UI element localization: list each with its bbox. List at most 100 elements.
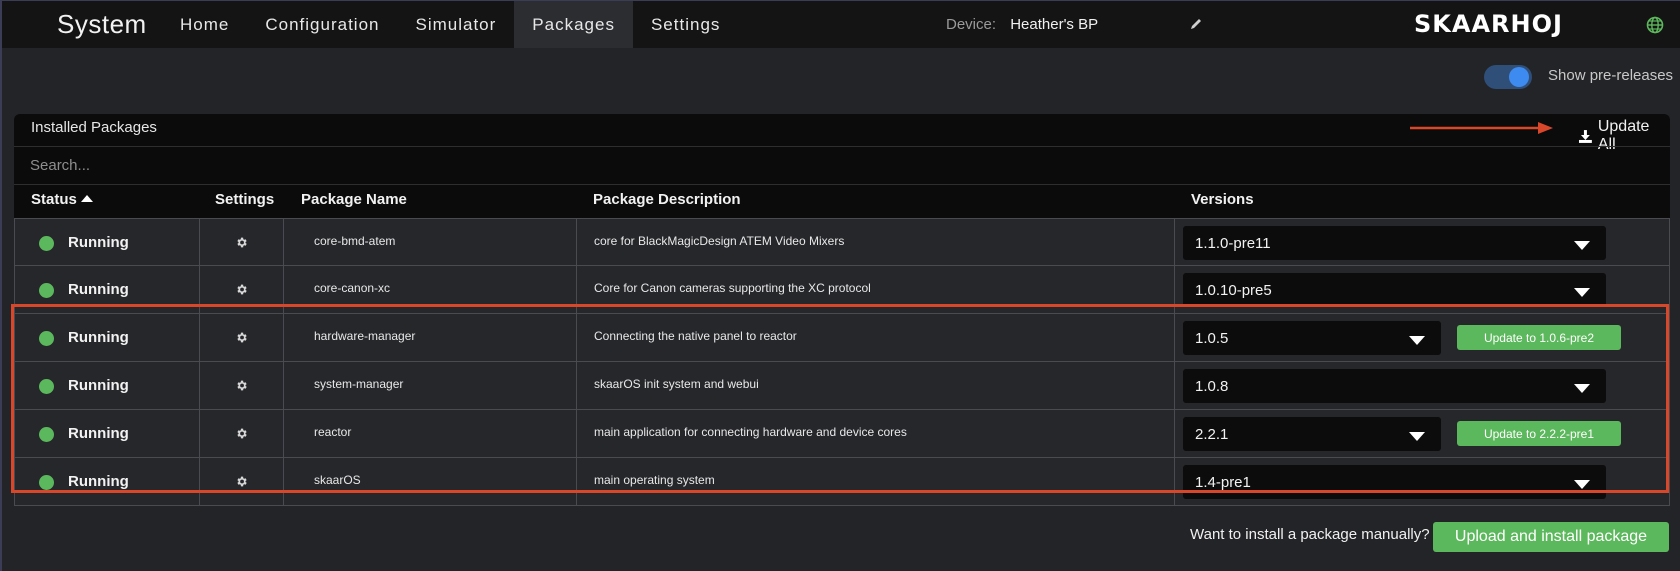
gear-icon[interactable]: [235, 475, 248, 488]
gear-icon[interactable]: [235, 283, 248, 296]
device-name: Heather's BP: [1010, 16, 1099, 33]
cell-divider: [576, 266, 577, 313]
version-value: 1.0.5: [1195, 330, 1229, 347]
version-select[interactable]: 1.0.10-pre5: [1183, 273, 1606, 307]
packages-table: Running core-bmd-atem core for BlackMagi…: [14, 218, 1670, 506]
cell-divider: [199, 266, 200, 313]
package-name: core-bmd-atem: [314, 234, 396, 248]
upload-install-button[interactable]: Upload and install package: [1433, 522, 1669, 552]
cell-divider: [1174, 314, 1175, 361]
cell-divider: [283, 219, 284, 266]
table-row: Running core-canon-xc Core for Canon cam…: [14, 266, 1670, 314]
nav-configuration[interactable]: Configuration: [247, 1, 397, 48]
table-row: Running skaarOS main operating system 1.…: [14, 458, 1670, 506]
version-select[interactable]: 1.4-pre1: [1183, 465, 1606, 499]
cell-divider: [283, 362, 284, 409]
version-select[interactable]: 2.2.1: [1183, 417, 1441, 451]
panel-title: Installed Packages: [31, 119, 157, 136]
download-icon: [1578, 129, 1592, 143]
status-running-dot: [39, 475, 54, 490]
version-select[interactable]: 1.0.8: [1183, 369, 1606, 403]
gear-icon[interactable]: [235, 427, 248, 440]
cell-divider: [576, 219, 577, 266]
globe-icon[interactable]: [1646, 16, 1664, 34]
cell-divider: [1174, 410, 1175, 457]
annotation-arrow: [1410, 122, 1553, 134]
cell-divider: [283, 314, 284, 361]
package-description: Core for Canon cameras supporting the XC…: [594, 281, 871, 295]
nav-settings[interactable]: Settings: [633, 1, 738, 48]
version-select[interactable]: 1.0.5: [1183, 321, 1441, 355]
app-title: System: [57, 9, 147, 39]
status-text: Running: [68, 473, 129, 490]
version-value: 2.2.1: [1195, 426, 1229, 443]
table-row: Running core-bmd-atem core for BlackMagi…: [14, 218, 1670, 266]
device-info: Device: Heather's BP: [946, 16, 1098, 33]
gear-icon[interactable]: [235, 331, 248, 344]
status-running-dot: [39, 283, 54, 298]
status-text: Running: [68, 329, 129, 346]
package-description: main operating system: [594, 473, 715, 487]
package-description: main application for connecting hardware…: [594, 425, 907, 439]
search-input[interactable]: [30, 150, 1650, 180]
cell-divider: [576, 410, 577, 457]
package-name: core-canon-xc: [314, 281, 391, 295]
pencil-icon[interactable]: [1189, 17, 1203, 31]
show-prereleases-label: Show pre-releases: [1548, 67, 1674, 84]
table-row: Running system-manager skaarOS init syst…: [14, 362, 1670, 410]
nav-packages[interactable]: Packages: [514, 1, 633, 48]
update-all-label: Update All: [1597, 118, 1650, 153]
divider: [14, 184, 1670, 185]
chevron-down-icon: [1409, 336, 1425, 345]
column-header-package-description[interactable]: Package Description: [593, 191, 741, 208]
column-header-package-name[interactable]: Package Name: [301, 191, 407, 208]
cell-divider: [199, 219, 200, 266]
update-all-button[interactable]: Update All: [1578, 118, 1670, 154]
chevron-down-icon: [1574, 288, 1590, 297]
status-text: Running: [68, 377, 129, 394]
status-running-dot: [39, 236, 54, 251]
cell-divider: [283, 266, 284, 313]
version-value: 1.1.0-pre11: [1195, 235, 1271, 252]
table-row: Running hardware-manager Connecting the …: [14, 314, 1670, 362]
gear-icon[interactable]: [235, 236, 248, 249]
package-name: system-manager: [314, 377, 404, 391]
nav-home[interactable]: Home: [162, 1, 247, 48]
column-header-status-label: Status: [31, 191, 77, 208]
nav-simulator[interactable]: Simulator: [397, 1, 514, 48]
cell-divider: [283, 458, 284, 505]
update-version-button[interactable]: Update to 2.2.2-pre1: [1457, 421, 1621, 446]
status-running-dot: [39, 331, 54, 346]
chevron-down-icon: [1574, 480, 1590, 489]
version-value: 1.4-pre1: [1195, 474, 1251, 491]
chevron-down-icon: [1574, 384, 1590, 393]
chevron-down-icon: [1409, 432, 1425, 441]
device-label: Device:: [946, 16, 997, 33]
divider: [14, 146, 1670, 147]
cell-divider: [1174, 362, 1175, 409]
cell-divider: [199, 458, 200, 505]
cell-divider: [199, 362, 200, 409]
cell-divider: [576, 314, 577, 361]
show-prereleases-toggle[interactable]: [1484, 65, 1532, 89]
cell-divider: [199, 314, 200, 361]
main-nav: Home Configuration Simulator Packages Se…: [162, 1, 738, 48]
skaarhoj-logo: SKAARHOJ: [1414, 10, 1563, 38]
table-row: Running reactor main application for con…: [14, 410, 1670, 458]
column-header-status[interactable]: Status: [31, 191, 93, 208]
cell-divider: [1174, 266, 1175, 313]
column-header-versions: Versions: [1191, 191, 1254, 208]
cell-divider: [199, 410, 200, 457]
status-text: Running: [68, 234, 129, 251]
package-name: hardware-manager: [314, 329, 416, 343]
status-running-dot: [39, 379, 54, 394]
version-select[interactable]: 1.1.0-pre11: [1183, 226, 1606, 260]
cell-divider: [283, 410, 284, 457]
cell-divider: [1174, 219, 1175, 266]
cell-divider: [576, 362, 577, 409]
status-running-dot: [39, 427, 54, 442]
update-version-button[interactable]: Update to 1.0.6-pre2: [1457, 325, 1621, 350]
chevron-down-icon: [1574, 241, 1590, 250]
gear-icon[interactable]: [235, 379, 248, 392]
version-value: 1.0.10-pre5: [1195, 282, 1272, 299]
